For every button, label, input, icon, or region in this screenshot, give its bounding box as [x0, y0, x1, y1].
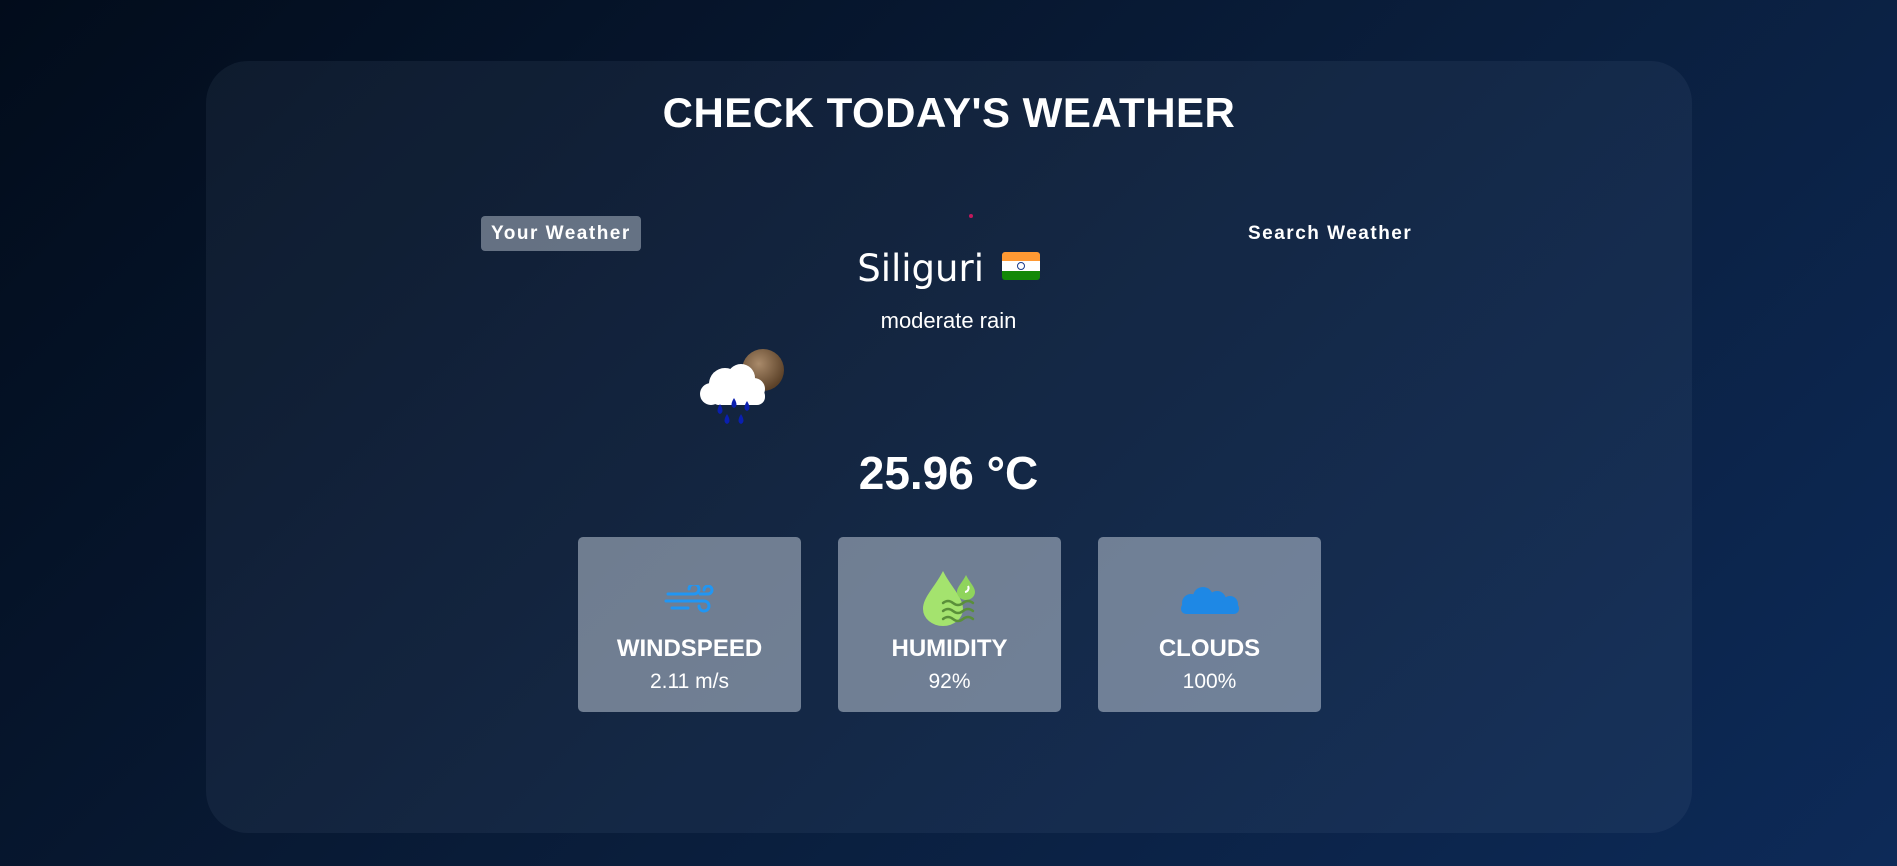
stat-value: 2.11 m/s	[650, 670, 729, 693]
rain-cloud-moon-icon	[700, 349, 784, 424]
stat-value: 100%	[1182, 670, 1237, 693]
stat-label: WINDSPEED	[616, 635, 763, 662]
cloud-icon	[1180, 587, 1239, 614]
stat-label: CLOUDS	[1158, 635, 1261, 662]
stat-value: 92%	[928, 670, 971, 693]
loading-dot	[969, 214, 973, 218]
location-heading: Siliguri	[0, 247, 1897, 290]
humidity-drop-icon	[922, 571, 975, 626]
stat-label: HUMIDITY	[891, 635, 1008, 662]
weather-description: moderate rain	[880, 308, 1017, 333]
wind-icon	[664, 585, 713, 613]
flag-india-icon	[1001, 252, 1040, 280]
city-name: Siliguri	[857, 247, 984, 290]
stat-card-humidity: HUMIDITY 92%	[838, 537, 1061, 712]
tab-your-weather[interactable]: Your Weather	[481, 216, 641, 251]
stat-card-windspeed: WINDSPEED 2.11 m/s	[578, 537, 801, 712]
tab-search-weather[interactable]: Search Weather	[1238, 216, 1422, 251]
stat-card-clouds: CLOUDS 100%	[1098, 537, 1321, 712]
temperature: 25.96 °C	[858, 447, 1039, 499]
page-title: CHECK TODAY'S WEATHER	[662, 89, 1236, 136]
